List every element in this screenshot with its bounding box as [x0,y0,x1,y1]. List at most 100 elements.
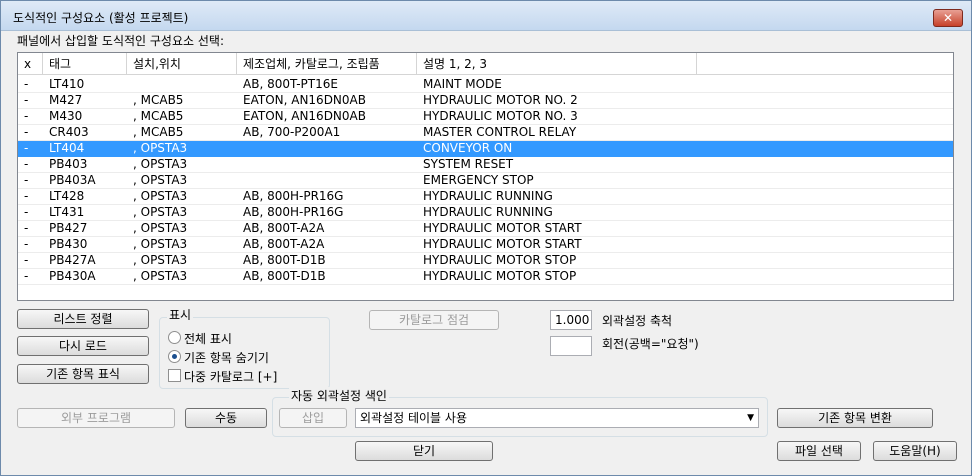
row-cell-x: - [24,125,29,139]
row-cell-loc: , OPSTA3 [133,237,188,251]
row-cell-mfg [237,157,417,173]
row-cell-loc: , OPSTA3 [133,269,188,283]
hide-existing-radio[interactable] [168,350,181,363]
table-row[interactable]: - LT428 , OPSTA3 AB, 800H-PR16G HYDRAULIC RU… [18,189,953,205]
row-cell-tag: PB430 [49,237,88,251]
insert-button[interactable]: 삽입 [279,408,347,428]
rotation-label: 회전(공백="요청") [602,337,699,351]
row-cell-mfg: AB, 800T-D1B [243,253,326,267]
mark-existing-button[interactable]: 기존 항목 표식 [17,364,149,384]
row-cell-loc: , MCAB5 [133,125,184,139]
row-cell-x: - [24,189,29,203]
convert-existing-button[interactable]: 기존 항목 변환 [777,408,933,428]
auto-footprint-group-label: 자동 외곽설정 색인 [289,387,389,404]
component-list[interactable]: x 태그 설치,위치 제조업체, 카탈로그, 조립품 설명 1, 2, 3 - L… [17,52,954,301]
row-cell-mfg: AB, 800T-A2A [243,237,325,251]
row-cell-desc: HYDRAULIC MOTOR STOP [423,253,577,267]
table-row[interactable]: - CR403 , MCAB5 AB, 700-P200A1 MASTER CONTRO… [18,125,953,141]
table-row[interactable]: - PB430 , OPSTA3 AB, 800T-A2A HYDRAULIC MOTO… [18,237,953,253]
column-header-x[interactable]: x [18,53,43,75]
row-cell-desc: HYDRAULIC MOTOR START [423,237,582,251]
table-row[interactable]: - PB430A , OPSTA3 AB, 800T-D1B HYDRAULIC MOT… [18,269,953,285]
row-cell-loc: , OPSTA3 [133,173,188,187]
row-cell-mfg: AB, 800H-PR16G [243,189,344,203]
row-cell-tag: LT431 [49,205,85,219]
footprint-scale-input[interactable]: 1.000 [550,310,592,330]
close-icon[interactable]: ✕ [933,9,963,27]
show-all-radio[interactable] [168,331,181,344]
table-row[interactable]: - LT431 , OPSTA3 AB, 800H-PR16G HYDRAULIC RU… [18,205,953,221]
chevron-down-icon[interactable]: ▼ [747,409,754,427]
title-bar: 도식적인 구성요소 (활성 프로젝트) ✕ [1,1,971,31]
row-cell-desc: HYDRAULIC MOTOR START [423,221,582,235]
list-header: x 태그 설치,위치 제조업체, 카탈로그, 조립품 설명 1, 2, 3 [18,53,953,75]
row-cell-loc [127,77,237,93]
table-row[interactable]: - PB427 , OPSTA3 AB, 800T-A2A HYDRAULIC MOTO… [18,221,953,237]
manual-button[interactable]: 수동 [185,408,267,428]
row-cell-x: - [24,157,29,171]
table-row[interactable]: - PB427A , OPSTA3 AB, 800T-D1B HYDRAULIC MOT… [18,253,953,269]
help-button[interactable]: 도움말(H) [873,441,957,461]
row-cell-tag: M430 [49,109,83,123]
row-cell-tag: M427 [49,93,83,107]
row-cell-tag: LT428 [49,189,85,203]
row-cell-x: - [24,109,29,123]
catalog-check-button[interactable]: 카탈로그 점검 [369,310,499,330]
display-group-label: 표시 [167,306,194,323]
external-program-button[interactable]: 외부 프로그램 [17,408,175,428]
table-row[interactable]: - PB403 , OPSTA3 SYSTEM RESET [18,157,953,173]
row-cell-tag: PB430A [49,269,96,283]
row-cell-x: - [24,173,29,187]
column-header-description[interactable]: 설명 1, 2, 3 [417,53,697,75]
row-cell-mfg: AB, 800H-PR16G [243,205,344,219]
row-cell-tag: CR403 [49,125,89,139]
column-header-tag[interactable]: 태그 [43,53,127,75]
reload-button[interactable]: 다시 로드 [17,336,149,356]
table-row[interactable]: - PB403A , OPSTA3 EMERGENCY STOP [18,173,953,189]
row-cell-tag: PB427 [49,221,88,235]
row-cell-desc: CONVEYOR ON [423,141,513,155]
sort-list-button[interactable]: 리스트 정렬 [17,309,149,329]
row-cell-x: - [24,205,29,219]
row-cell-mfg: EATON, AN16DN0AB [243,109,366,123]
row-cell-desc: HYDRAULIC MOTOR NO. 2 [423,93,578,107]
row-cell-loc: , OPSTA3 [133,141,188,155]
column-header-manufacturer[interactable]: 제조업체, 카탈로그, 조립품 [237,53,417,75]
close-button[interactable]: 닫기 [355,441,493,461]
row-cell-mfg: AB, 800T-PT16E [243,77,338,91]
row-cell-tag: LT404 [49,141,85,155]
footprint-mode-value: 외곽설정 테이블 사용 [360,411,467,425]
row-cell-mfg: AB, 800T-D1B [243,269,326,283]
row-cell-loc: , OPSTA3 [133,157,188,171]
row-cell-tag: PB427A [49,253,96,267]
row-cell-desc: HYDRAULIC RUNNING [423,189,553,203]
row-cell-mfg: AB, 700-P200A1 [243,125,341,139]
row-cell-desc: EMERGENCY STOP [423,173,534,187]
row-cell-x: - [24,221,29,235]
select-file-button[interactable]: 파일 선택 [777,441,861,461]
table-row[interactable]: - M430 , MCAB5 EATON, AN16DN0AB HYDRAULIC MO… [18,109,953,125]
footprint-scale-label: 외곽설정 축척 [602,314,673,328]
table-row[interactable]: - LT410 AB, 800T-PT16E MAINT MODE [18,77,953,93]
table-row[interactable]: - M427 , MCAB5 EATON, AN16DN0AB HYDRAULIC MO… [18,93,953,109]
multi-catalog-checkbox[interactable] [168,369,181,382]
column-header-location[interactable]: 설치,위치 [127,53,237,75]
row-cell-x: - [24,269,29,283]
rotation-input[interactable] [550,336,592,356]
row-cell-x: - [24,141,29,155]
multi-catalog-label: 다중 카탈로그 [+] [184,370,278,384]
show-all-label: 전체 표시 [184,332,232,346]
row-cell-desc: MAINT MODE [423,77,502,91]
table-row[interactable]: - LT404 , OPSTA3 CONVEYOR ON [18,141,953,157]
window-title: 도식적인 구성요소 (활성 프로젝트) [13,11,189,25]
row-cell-desc: HYDRAULIC MOTOR STOP [423,269,577,283]
row-cell-loc: , MCAB5 [133,93,184,107]
row-cell-loc: , OPSTA3 [133,221,188,235]
hide-existing-label: 기존 항목 숨기기 [184,351,269,365]
row-cell-desc: SYSTEM RESET [423,157,514,171]
dialog-window: 도식적인 구성요소 (활성 프로젝트) ✕ 패널에서 삽입할 도식적인 구성요소… [0,0,972,476]
row-cell-loc: , OPSTA3 [133,189,188,203]
footprint-mode-select[interactable]: 외곽설정 테이블 사용 ▼ [355,408,759,428]
row-cell-desc: HYDRAULIC MOTOR NO. 3 [423,109,578,123]
row-cell-mfg: AB, 800T-A2A [243,221,325,235]
